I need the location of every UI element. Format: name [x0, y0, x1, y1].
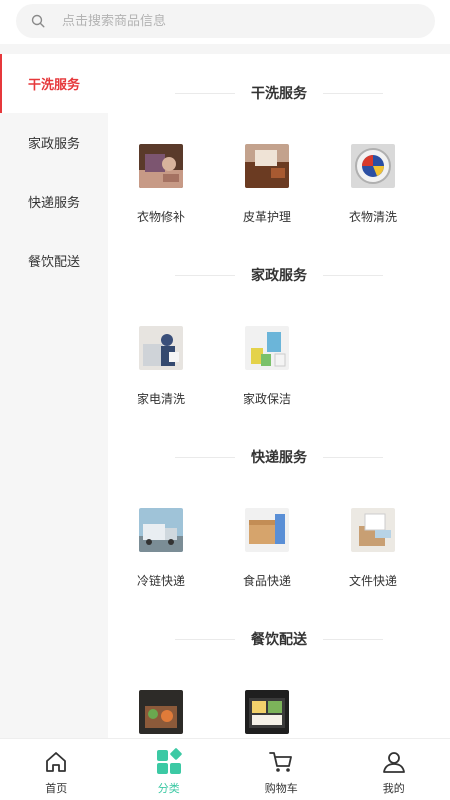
sidebar-item-food-delivery[interactable]: 餐饮配送 — [0, 231, 108, 290]
section-header: 家政服务 — [108, 250, 450, 300]
product-grid: 家电清洗 家政保洁 — [108, 300, 450, 418]
search-box[interactable] — [16, 4, 435, 38]
sidebar-item-express[interactable]: 快递服务 — [0, 172, 108, 231]
sidebar-item-label: 快递服务 — [27, 196, 80, 211]
tab-profile[interactable]: 我的 — [338, 739, 450, 800]
divider-line — [323, 274, 383, 276]
tab-label: 分类 — [157, 782, 180, 795]
divider-line — [175, 456, 235, 458]
section-title: 餐饮配送 — [251, 632, 307, 648]
section-header: 快递服务 — [108, 432, 450, 482]
product-thumbnail — [351, 508, 395, 552]
product-label: 皮革护理 — [242, 210, 291, 224]
product-item-food-express[interactable]: 食品快递 — [214, 508, 320, 600]
search-icon — [30, 13, 46, 29]
product-thumbnail — [351, 144, 395, 188]
section-title: 干洗服务 — [251, 86, 307, 102]
search-input[interactable] — [62, 13, 402, 29]
product-label: 冷链快递 — [136, 574, 185, 588]
divider-line — [175, 274, 235, 276]
bottom-tab-bar: 首页 分类 购物车 我的 — [0, 738, 450, 800]
product-thumbnail — [139, 326, 183, 370]
product-thumbnail — [139, 144, 183, 188]
sidebar-item-dry-cleaning[interactable]: 干洗服务 — [0, 54, 108, 113]
product-label: 家电清洗 — [136, 392, 185, 406]
product-item-food-delivery-2[interactable] — [214, 690, 320, 738]
product-item-food-delivery-1[interactable] — [108, 690, 214, 738]
category-content[interactable]: 干洗服务 衣物修补 皮革护理 衣物清洗 家政服务 家电清洗 家政保洁 快递服务 … — [108, 54, 450, 738]
product-grid: 冷链快递 食品快递 文件快递 — [108, 482, 450, 600]
tab-label: 购物车 — [264, 782, 298, 795]
home-icon — [43, 748, 69, 776]
product-thumbnail — [245, 144, 289, 188]
search-bar — [0, 0, 450, 44]
divider-line — [175, 638, 235, 640]
sidebar-item-label: 家政服务 — [27, 137, 80, 152]
product-item-document-express[interactable]: 文件快递 — [320, 508, 426, 600]
section-header: 餐饮配送 — [108, 614, 450, 664]
product-thumbnail — [139, 508, 183, 552]
tab-category[interactable]: 分类 — [113, 739, 226, 800]
section-title: 快递服务 — [251, 450, 307, 466]
tab-label: 我的 — [382, 782, 405, 795]
product-thumbnail — [139, 690, 183, 734]
product-label: 衣物清洗 — [348, 210, 397, 224]
divider-line — [175, 92, 235, 94]
product-item-housekeeping-cleaning[interactable]: 家政保洁 — [214, 326, 320, 418]
product-grid — [108, 664, 450, 738]
product-thumbnail — [245, 326, 289, 370]
category-sidebar: 干洗服务 家政服务 快递服务 餐饮配送 — [0, 54, 108, 738]
product-item-clothes-washing[interactable]: 衣物清洗 — [320, 144, 426, 236]
product-label: 文件快递 — [348, 574, 397, 588]
product-thumbnail — [245, 508, 289, 552]
divider-band — [0, 44, 450, 54]
category-icon — [155, 748, 183, 776]
tab-label: 首页 — [45, 782, 68, 795]
product-item-leather-care[interactable]: 皮革护理 — [214, 144, 320, 236]
tab-cart[interactable]: 购物车 — [225, 739, 338, 800]
divider-line — [323, 92, 383, 94]
product-label: 家政保洁 — [242, 392, 291, 406]
product-item-cold-chain-express[interactable]: 冷链快递 — [108, 508, 214, 600]
product-item-appliance-cleaning[interactable]: 家电清洗 — [108, 326, 214, 418]
section-header: 干洗服务 — [108, 68, 450, 118]
product-label: 衣物修补 — [136, 210, 185, 224]
section-title: 家政服务 — [251, 268, 307, 284]
sidebar-item-housekeeping[interactable]: 家政服务 — [0, 113, 108, 172]
product-label: 食品快递 — [242, 574, 291, 588]
product-grid: 衣物修补 皮革护理 衣物清洗 — [108, 118, 450, 236]
product-thumbnail — [245, 690, 289, 734]
tab-home[interactable]: 首页 — [0, 739, 113, 800]
sidebar-item-label: 干洗服务 — [27, 78, 80, 93]
cart-icon — [268, 748, 294, 776]
product-item-clothes-repair[interactable]: 衣物修补 — [108, 144, 214, 236]
sidebar-item-label: 餐饮配送 — [27, 255, 80, 270]
divider-line — [323, 638, 383, 640]
user-icon — [381, 748, 407, 776]
divider-line — [323, 456, 383, 458]
